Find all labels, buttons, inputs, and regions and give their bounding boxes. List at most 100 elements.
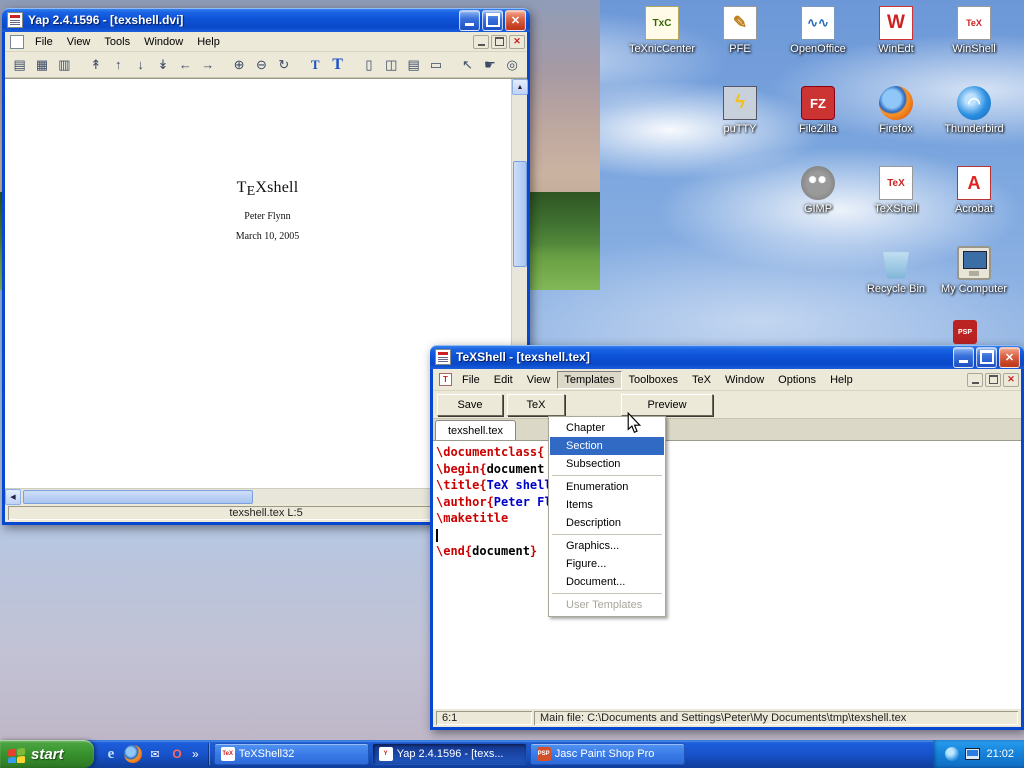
texshell-menu-options[interactable]: Options	[771, 371, 823, 389]
menu-item-document[interactable]: Document...	[550, 573, 664, 591]
zoom-in-button[interactable]: ⊕	[228, 54, 249, 76]
texshell-titlebar[interactable]: TeXShell - [texshell.tex]	[430, 345, 1024, 369]
forward-button[interactable]: →	[197, 54, 218, 76]
texshell-menu-view[interactable]: View	[520, 371, 558, 389]
menu-item-subsection[interactable]: Subsection	[550, 455, 664, 473]
back-button[interactable]: ←	[175, 54, 196, 76]
texshell-mdi-restore-button[interactable]	[985, 373, 1001, 387]
texshell-menu-window[interactable]: Window	[718, 371, 771, 389]
desktop-icon-filezilla[interactable]: FZ FileZilla	[780, 86, 856, 135]
hand-tool-button[interactable]: ☛	[479, 54, 500, 76]
texshell-minimize-button[interactable]	[953, 347, 974, 368]
templates-menu: Chapter Section Subsection Enumeration I…	[548, 416, 666, 617]
taskbar-clock[interactable]: 21:02	[986, 748, 1014, 760]
previous-page-button[interactable]: ↑	[108, 54, 129, 76]
desktop-icon-texshell[interactable]: TeX TeXShell	[858, 166, 934, 215]
texshell-menu-toolboxes[interactable]: Toolboxes	[622, 371, 686, 389]
desktop-icon-winshell[interactable]: TeX WinShell	[936, 6, 1012, 55]
tex-button[interactable]: TeX	[507, 394, 565, 416]
texshell-maximize-button[interactable]	[976, 347, 997, 368]
firefox-icon	[879, 86, 913, 120]
yap-mdi-restore-button[interactable]	[491, 35, 507, 49]
yap-menu-tools[interactable]: Tools	[97, 33, 137, 51]
menu-item-figure[interactable]: Figure...	[550, 555, 664, 573]
texshell-menu-edit[interactable]: Edit	[487, 371, 520, 389]
refresh-button[interactable]: ↻	[273, 54, 294, 76]
internet-explorer-icon[interactable]: e	[102, 745, 120, 763]
scroll-left-arrow[interactable]	[5, 489, 21, 505]
desktop-icon-putty[interactable]: ϟ puTTY	[702, 86, 778, 135]
menu-item-section[interactable]: Section	[550, 437, 664, 455]
print-button[interactable]: ▦	[31, 54, 52, 76]
magnifier-tool-button[interactable]: ◎	[502, 54, 523, 76]
desktop-icon-openoffice[interactable]: ∿∿ OpenOffice	[780, 6, 856, 55]
task-paint-shop-pro[interactable]: PSP Jasc Paint Shop Pro	[530, 743, 685, 765]
desktop-icon-psp[interactable]: PSP	[950, 320, 980, 347]
yap-menu-window[interactable]: Window	[137, 33, 190, 51]
last-page-button[interactable]: ↡	[152, 54, 173, 76]
desktop-icon-pfe[interactable]: ✎ PFE	[702, 6, 778, 55]
quicklaunch-chevron[interactable]: »	[190, 747, 201, 761]
firefox-quicklaunch-icon[interactable]	[124, 745, 142, 763]
mail-icon[interactable]: ✉	[146, 745, 164, 763]
select-tool-button[interactable]: ↖	[457, 54, 478, 76]
yap-maximize-button[interactable]	[482, 10, 503, 31]
menu-item-graphics[interactable]: Graphics...	[550, 537, 664, 555]
page-continuous-button[interactable]: ▤	[403, 54, 424, 76]
texshell-menu-tex[interactable]: TeX	[685, 371, 718, 389]
yap-menu-file[interactable]: File	[28, 33, 60, 51]
desktop-icon-gimp[interactable]: GIMP	[780, 166, 856, 215]
page-single-button[interactable]: ▯	[358, 54, 379, 76]
first-page-button[interactable]: ↟	[85, 54, 106, 76]
menu-item-chapter[interactable]: Chapter	[550, 419, 664, 437]
texshell-menu-help[interactable]: Help	[823, 371, 860, 389]
tray-status-icon[interactable]	[945, 747, 959, 761]
yap-minimize-button[interactable]	[459, 10, 480, 31]
desktop-icon-acrobat[interactable]: A Acrobat	[936, 166, 1012, 215]
start-button[interactable]: start	[0, 740, 94, 768]
text-large-button[interactable]: T	[327, 54, 348, 76]
tab-texshell-tex[interactable]: texshell.tex	[435, 420, 516, 440]
yap-mdi-minimize-button[interactable]	[473, 35, 489, 49]
desktop-icon-texniccenter[interactable]: TxC TeXnicCenter	[624, 6, 700, 55]
texshell-menu-templates[interactable]: Templates	[557, 371, 621, 389]
editor[interactable]: \documentclass{ \begin{document \title{T…	[433, 441, 1021, 709]
save-button[interactable]: Save	[437, 394, 503, 416]
menu-item-description[interactable]: Description	[550, 514, 664, 532]
page-double-button[interactable]: ◫	[381, 54, 402, 76]
vertical-scroll-thumb[interactable]	[513, 161, 527, 267]
texshell-close-button[interactable]	[999, 347, 1020, 368]
open-button[interactable]: ▤	[9, 54, 30, 76]
task-texshell32[interactable]: TeX TeXShell32	[214, 743, 369, 765]
next-page-button[interactable]: ↓	[130, 54, 151, 76]
page-width-button[interactable]: ▭	[425, 54, 446, 76]
yap-menu-help[interactable]: Help	[190, 33, 227, 51]
desktop-icon-my-computer[interactable]: My Computer	[936, 246, 1012, 295]
quick-launch: e ✉ O »	[94, 745, 209, 763]
zoom-out-button[interactable]: ⊖	[251, 54, 272, 76]
opera-icon[interactable]: O	[168, 745, 186, 763]
yap-mdi-close-button[interactable]	[509, 35, 525, 49]
dvi-author: Peter Flynn	[195, 211, 340, 222]
menu-item-items[interactable]: Items	[550, 496, 664, 514]
task-yap[interactable]: Y Yap 2.4.1596 - [texs...	[372, 743, 527, 765]
texshell-mdi-minimize-button[interactable]	[967, 373, 983, 387]
texshell-menu-file[interactable]: File	[455, 371, 487, 389]
acrobat-icon: A	[957, 166, 991, 200]
desktop-icon-firefox[interactable]: Firefox	[858, 86, 934, 135]
texshell-mdi-close-button[interactable]	[1003, 373, 1019, 387]
yap-menu-view[interactable]: View	[60, 33, 98, 51]
print-preview-button[interactable]: ▥	[54, 54, 75, 76]
desktop-icon-thunderbird[interactable]: ◠ Thunderbird	[936, 86, 1012, 135]
texshell-title: TeXShell - [texshell.tex]	[451, 350, 953, 364]
tray-display-icon[interactable]	[965, 748, 980, 760]
horizontal-scroll-thumb[interactable]	[23, 490, 253, 504]
desktop-icon-recycle-bin[interactable]: Recycle Bin	[858, 246, 934, 295]
text-small-button[interactable]: T	[305, 54, 326, 76]
menu-item-enumeration[interactable]: Enumeration	[550, 478, 664, 496]
yap-close-button[interactable]	[505, 10, 526, 31]
yap-titlebar[interactable]: Yap 2.4.1596 - [texshell.dvi]	[2, 8, 530, 32]
scroll-up-arrow[interactable]	[512, 79, 528, 95]
my-computer-icon	[957, 246, 991, 280]
desktop-icon-winedt[interactable]: W WinEdt	[858, 6, 934, 55]
